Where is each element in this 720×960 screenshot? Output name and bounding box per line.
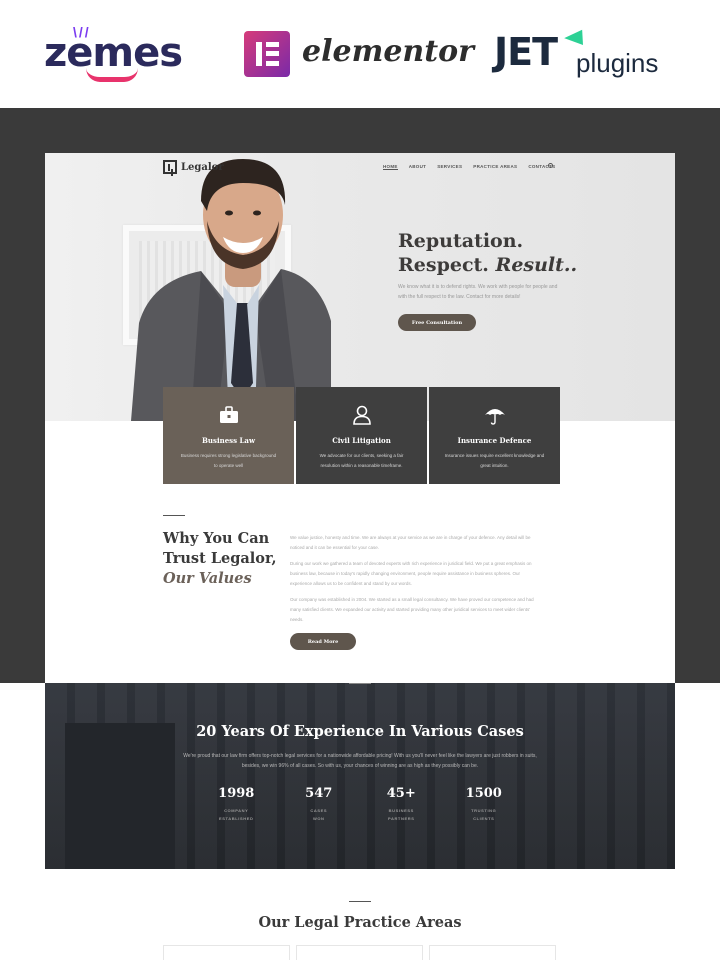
search-icon[interactable] xyxy=(548,163,553,168)
practice-area-card[interactable] xyxy=(163,945,290,960)
site-preview: Legalor HOME ABOUT SERVICES PRACTICE ARE… xyxy=(45,153,675,960)
card-title: Civil Litigation xyxy=(332,436,391,445)
hero-title-line1: Reputation. xyxy=(398,230,524,252)
card-business-law[interactable]: Business Law Business requires strong le… xyxy=(163,387,294,484)
stat-label: TRUSTING CLIENTS xyxy=(471,808,497,821)
stat-item: 1500 TRUSTING CLIENTS xyxy=(449,786,519,823)
practice-area-card[interactable] xyxy=(429,945,556,960)
stat-number: 45+ xyxy=(386,786,416,801)
hero-title-line2: Respect. Result.. xyxy=(398,253,577,277)
stat-item: 547 CASES WON xyxy=(284,786,354,823)
card-text: Insurance issues require excellent knowl… xyxy=(444,453,545,468)
main-nav: HOME ABOUT SERVICES PRACTICE AREAS CONTA… xyxy=(383,164,555,170)
brand-bar: \// zemes elementor JET plugins xyxy=(0,0,720,108)
card-title: Business Law xyxy=(202,436,255,445)
card-insurance-defence[interactable]: Insurance Defence Insurance issues requi… xyxy=(429,387,560,484)
lawyer-photo xyxy=(131,159,331,421)
stat-label: COMPANY ESTABLISHED xyxy=(218,808,254,821)
jet-logo: JET xyxy=(494,30,558,74)
plugins-logo: plugins xyxy=(576,48,659,78)
stat-number: 547 xyxy=(305,786,333,801)
stat-item: 1998 COMPANY ESTABLISHED xyxy=(201,786,271,823)
nav-services[interactable]: SERVICES xyxy=(437,164,462,170)
card-text: We advocate for our clients, seeking a f… xyxy=(319,453,404,468)
service-cards: Business Law Business requires strong le… xyxy=(163,387,560,484)
elementor-logo: elementor xyxy=(302,34,474,69)
zemes-smile-icon xyxy=(86,68,138,82)
site-logo[interactable]: Legalor xyxy=(163,160,224,174)
site-logo-text: Legalor xyxy=(181,161,224,173)
briefcase-icon xyxy=(219,406,238,423)
section-divider xyxy=(349,683,371,684)
stat-number: 1500 xyxy=(465,786,502,801)
elementor-logo-icon xyxy=(244,31,290,77)
nav-practice-areas[interactable]: PRACTICE AREAS xyxy=(473,164,517,170)
nav-home[interactable]: HOME xyxy=(383,164,398,170)
nav-about[interactable]: ABOUT xyxy=(409,164,427,170)
hero-section: Legalor HOME ABOUT SERVICES PRACTICE ARE… xyxy=(45,153,675,421)
logo-mark-icon xyxy=(163,160,177,174)
section-divider xyxy=(349,901,371,902)
why-title-line2: Trust Legalor, xyxy=(163,550,277,567)
why-paragraph: During our work we gathered a team of de… xyxy=(290,561,532,586)
jet-arrow-icon xyxy=(564,25,588,45)
practice-area-cards xyxy=(163,945,556,960)
hero-title-result: Result.. xyxy=(495,254,578,276)
hero-title: Reputation. Respect. Result.. xyxy=(398,229,577,277)
stats-row: 1998 COMPANY ESTABLISHED 547 CASES WON 45+… xyxy=(195,786,525,823)
person-icon xyxy=(352,405,371,425)
section-divider xyxy=(163,515,185,516)
background-panel-right xyxy=(675,683,720,960)
card-text: Business requires strong legislative bac… xyxy=(180,453,277,468)
why-title-line1: Why You Can xyxy=(163,530,270,547)
why-paragraph: We value justice, honesty and time. We a… xyxy=(290,535,531,550)
experience-title: 20 Years Of Experience In Various Cases xyxy=(196,723,524,740)
experience-section: 20 Years Of Experience In Various Cases … xyxy=(45,683,675,869)
why-paragraph: Our company was established in 2004. We … xyxy=(290,597,534,622)
stat-item: 45+ BUSINESS PARTNERS xyxy=(366,786,436,823)
why-title: Why You Can Trust Legalor, Our Values xyxy=(163,529,277,589)
practice-area-card[interactable] xyxy=(296,945,423,960)
card-title: Insurance Defence xyxy=(457,436,532,445)
stat-label: CASES WON xyxy=(310,808,328,821)
building-silhouette xyxy=(65,723,175,869)
stat-label: BUSINESS PARTNERS xyxy=(387,808,415,821)
background-panel-left xyxy=(0,683,45,960)
why-title-line3: Our Values xyxy=(163,570,252,587)
hero-title-respect: Respect. xyxy=(398,254,489,276)
practice-areas-title: Our Legal Practice Areas xyxy=(258,914,462,931)
why-paragraphs: We value justice, honesty and time. We a… xyxy=(290,533,540,631)
stat-number: 1998 xyxy=(218,786,255,801)
umbrella-icon xyxy=(484,409,505,425)
card-civil-litigation[interactable]: Civil Litigation We advocate for our cli… xyxy=(296,387,427,484)
hero-text: We know what it is to defend rights. We … xyxy=(398,284,558,300)
free-consultation-button[interactable]: Free Consultation xyxy=(398,314,476,331)
read-more-button[interactable]: Read More xyxy=(290,633,356,650)
experience-text: We're proud that our law firm offers top… xyxy=(183,753,537,769)
